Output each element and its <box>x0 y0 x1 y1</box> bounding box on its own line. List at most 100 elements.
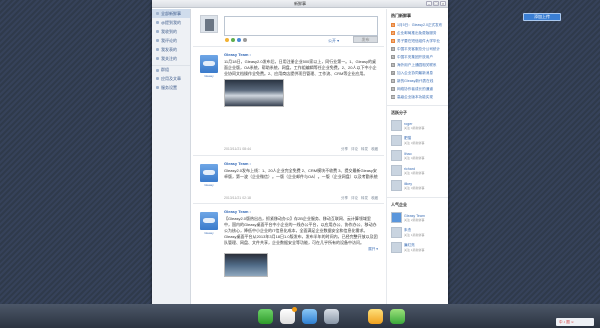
nav-item-posted[interactable]: 我发表的 <box>152 45 190 54</box>
hot-topic[interactable]: 3 男子要在短信组件大学毕业 <box>387 37 448 45</box>
post-text: 11月18日，Gleasy2.0发布后，日用注册企业500家以上，同行业第一。1… <box>224 59 377 76</box>
feed-icon <box>156 12 159 15</box>
image-icon[interactable] <box>231 38 235 42</box>
nav-item-following[interactable]: 我关注的 <box>152 54 190 63</box>
nav-item-label: 我收到的 <box>161 28 177 34</box>
dock-spacer <box>346 309 361 324</box>
rank-badge: 3 <box>391 39 395 43</box>
document-app-icon[interactable] <box>280 307 297 324</box>
hot-topic[interactable]: 9 网络协作者成长的通道 <box>387 85 448 93</box>
member-item[interactable]: lihao 关注 4篇新鲜事 <box>387 148 448 163</box>
member-item[interactable]: 肥猫 关注 3篇新鲜事 <box>387 133 448 148</box>
nav-item-groups[interactable]: 群组 <box>152 65 190 74</box>
hot-topic[interactable]: 6 海外用户上通园相关联系 <box>387 61 448 69</box>
comment-link[interactable]: 评论 <box>351 147 358 152</box>
nav-item-received[interactable]: 我收到的 <box>152 27 190 36</box>
feed-post: Gleasy Gleasy Team : Gleasy2.0发布上线：1、20人… <box>193 155 384 203</box>
maximize-icon[interactable]: □ <box>433 1 439 6</box>
author-avatar[interactable] <box>200 164 218 182</box>
rank-badge: 6 <box>391 63 395 67</box>
avatar-label: Gleasy <box>204 74 214 78</box>
post-image[interactable] <box>224 253 268 277</box>
nav-item-label: 全部新鲜事 <box>161 10 181 16</box>
feed-post: Gleasy Gleasy Team : 11月18日，Gleasy2.0发布后… <box>193 46 384 155</box>
hot-topic[interactable]: 5 中国平安集团开放用户 <box>387 53 448 61</box>
chat-app-icon[interactable] <box>258 309 273 324</box>
member-item[interactable]: 廉红亮 关注 1篇新鲜事 <box>387 240 448 255</box>
nav-item-label: 应用及文章 <box>161 75 181 81</box>
author-avatar[interactable] <box>200 212 218 230</box>
hot-topic[interactable]: 1 1月5日：Gleasy2.0正式发布 <box>387 21 448 29</box>
nav-item-label: @提到我的 <box>161 19 182 25</box>
rank-badge: 8 <box>391 79 395 83</box>
visibility-select[interactable]: 公开 ▾ <box>328 38 339 44</box>
avatar <box>391 150 402 161</box>
window-title: 新鲜事 <box>294 1 306 6</box>
publish-button[interactable]: 发布 <box>353 36 378 43</box>
expand-link[interactable]: 展开 ▾ <box>368 247 378 251</box>
avatar <box>391 212 402 223</box>
rank-badge: 1 <box>391 23 395 27</box>
message-app-icon[interactable] <box>390 309 405 324</box>
app-icon <box>156 77 159 80</box>
rank-badge: 9 <box>391 87 395 91</box>
dock <box>258 307 405 324</box>
favorite-link[interactable]: 收藏 <box>371 196 378 201</box>
share-link[interactable]: 分享 <box>341 196 348 201</box>
contacts-app-icon[interactable] <box>324 309 339 324</box>
nav-item-all[interactable]: 全部新鲜事 <box>152 9 190 18</box>
nav-item-commented[interactable]: 我评论的 <box>152 36 190 45</box>
hot-topic[interactable]: 8 新的Gleasy新代表在线 <box>387 77 448 85</box>
nav-item-apps[interactable]: 应用及文章 <box>152 74 190 83</box>
member-item[interactable]: 朱杰 关注 1篇新鲜事 <box>387 225 448 240</box>
favorite-link[interactable]: 收藏 <box>371 147 378 152</box>
nav-item-settings[interactable]: 服务设置 <box>152 83 190 92</box>
active-members-title: 活跃分子 <box>391 110 407 115</box>
system-tray[interactable]: 中 ♪ 图 ☺ <box>556 318 594 326</box>
window-titlebar[interactable]: 新鲜事 – □ × <box>152 0 448 8</box>
forward-link[interactable]: 转发 <box>361 147 368 152</box>
nav-item-label: 我关注的 <box>161 55 177 61</box>
at-icon <box>156 21 159 24</box>
link-icon[interactable] <box>237 38 241 42</box>
close-icon[interactable]: × <box>440 1 446 6</box>
minimize-icon[interactable]: – <box>426 1 432 6</box>
hot-topic[interactable]: 4 中国平安客服总分公司统计 <box>387 45 448 53</box>
user-avatar[interactable] <box>200 15 218 33</box>
share-link[interactable]: 分享 <box>341 147 348 152</box>
hot-topic[interactable]: 2 企业邮局推出免费版服务 <box>387 29 448 37</box>
comment-link[interactable]: 评论 <box>351 196 358 201</box>
post-author[interactable]: Gleasy Team : <box>224 161 378 166</box>
group-icon <box>156 68 159 72</box>
hot-topics-title: 热门新鲜事 <box>391 13 411 18</box>
post-input[interactable] <box>224 16 378 36</box>
post-image[interactable] <box>224 79 284 107</box>
post-author[interactable]: Gleasy Team : <box>224 52 378 57</box>
nav-item-label: 服务设置 <box>161 84 177 90</box>
author-avatar[interactable] <box>200 55 218 73</box>
comment-icon <box>156 39 159 42</box>
member-item[interactable]: ilikey 关注 3篇新鲜事 <box>387 178 448 193</box>
hot-topic[interactable]: 7 加入企业协同最新消息 <box>387 69 448 77</box>
avatar <box>391 165 402 176</box>
avatar <box>391 242 402 253</box>
forward-link[interactable]: 转发 <box>361 196 368 201</box>
post-author[interactable]: Gleasy Team : <box>224 209 378 214</box>
emoji-icon[interactable] <box>225 38 229 42</box>
attachment-icon[interactable] <box>243 38 247 42</box>
add-upload-button[interactable]: 添加上传 <box>523 13 561 21</box>
nav-item-mentions[interactable]: @提到我的 <box>152 18 190 27</box>
member-item[interactable]: Gleasy Team 关注 2篇新鲜事 <box>387 210 448 225</box>
gear-icon <box>156 86 159 89</box>
hot-topic[interactable]: 10 高级企业版本功能实现 <box>387 93 448 101</box>
avatar-label: Gleasy <box>204 231 214 235</box>
popular-title: 人气企业 <box>391 202 407 207</box>
post-text: 【Gleasy2.0版热出击，抓紧移动办公】存2B企业服务、移动互联网、云计算领… <box>224 216 378 245</box>
cloud-app-icon[interactable] <box>302 309 317 324</box>
calendar-app-icon[interactable] <box>368 309 383 324</box>
member-item[interactable]: richard 关注 4篇新鲜事 <box>387 163 448 178</box>
rank-badge: 2 <box>391 31 395 35</box>
member-item[interactable]: roger 关注 4篇新鲜事 <box>387 118 448 133</box>
feed-post: Gleasy Gleasy Team : 【Gleasy2.0版热出击，抓紧移动… <box>193 203 384 303</box>
nav-item-label: 群组 <box>161 67 169 72</box>
